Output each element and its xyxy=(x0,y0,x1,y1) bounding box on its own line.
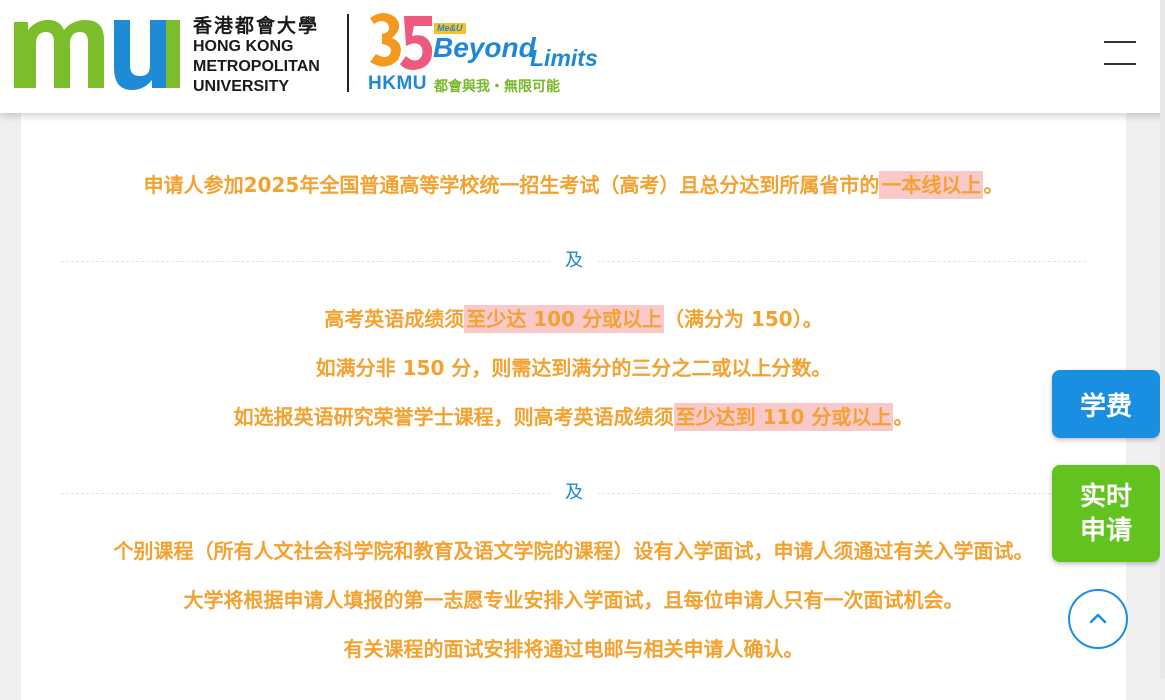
beyond-text: Beyond xyxy=(433,32,536,63)
anniversary-slogan: 都會與我・無限可能 xyxy=(434,79,560,95)
university-name[interactable]: 香港都會大學 HONG KONG METROPOLITAN UNIVERSITY xyxy=(193,15,320,97)
university-name-zh: 香港都會大學 xyxy=(193,15,320,37)
requirement-interview-1: 个别课程（所有人文社会科学院和教育及语文学院的课程）设有入学面试，申请人须通过有… xyxy=(113,539,1034,563)
hamburger-menu-icon[interactable] xyxy=(1102,39,1138,67)
apply-label-line1: 实时 xyxy=(1079,481,1132,512)
page-scrollbar[interactable] xyxy=(1160,0,1165,679)
tuition-fee-button[interactable]: 学费 xyxy=(1052,370,1160,438)
separator-2-label: 及 xyxy=(550,481,598,505)
back-to-top-button[interactable] xyxy=(1068,589,1128,649)
requirement-english-2: 如满分非 150 分，则需达到满分的三分之二或以上分数。 xyxy=(315,356,832,380)
apply-label-line2: 申请 xyxy=(1079,515,1132,546)
site-header: 香港都會大學 HONG KONG METROPOLITAN UNIVERSITY… xyxy=(0,0,1165,113)
limits-text: Limits xyxy=(530,45,598,71)
apply-now-button[interactable]: 实时 申请 xyxy=(1052,465,1160,562)
university-name-en-1: HONG KONG xyxy=(193,38,294,55)
requirement-gaokao-score: 申请人参加2025年全国普通高等学校统一招生考试（高考）且总分达到所属省市的 一本… xyxy=(21,171,1126,199)
requirement-english-1: 高考英语成绩须 至少达 100 分或以上 （满分为 150）。 xyxy=(21,305,1126,333)
requirement-interview-3: 有关课程的面试安排将通过电邮与相关申请人确认。 xyxy=(343,637,804,661)
logo-divider xyxy=(347,14,349,92)
university-name-en-3: UNIVERSITY xyxy=(193,78,290,95)
req1-text: 申请人参加2025年全国普通高等学校统一招生考试（高考）且总分达到所属省市的 xyxy=(143,173,880,197)
anniversary-logo[interactable]: Me&U Beyond Limits HKMU 都會與我・無限可能 xyxy=(366,10,606,100)
req1-highlight: 一本线以上 xyxy=(879,171,984,199)
req1-end: 。 xyxy=(983,173,1004,197)
eng3-end: 。 xyxy=(893,405,914,429)
eng1-text: 高考英语成绩须 xyxy=(324,307,465,331)
eng3-text: 如选报英语研究荣誉学士课程，则高考英语成绩须 xyxy=(233,405,674,429)
requirement-english-3: 如选报英语研究荣誉学士课程，则高考英语成绩须 至少达到 110 分或以上。 xyxy=(21,403,1126,431)
eng1-highlight: 至少达 100 分或以上 xyxy=(464,305,664,333)
hkmu-mu-logo[interactable] xyxy=(14,16,180,90)
chevron-up-icon xyxy=(1089,613,1107,624)
separator-1-label: 及 xyxy=(550,249,598,273)
tuition-fee-label: 学费 xyxy=(1079,391,1132,422)
eng3-highlight: 至少达到 110 分或以上 xyxy=(673,403,894,431)
number-35-graphic xyxy=(370,13,433,70)
university-name-en-2: METROPOLITAN xyxy=(193,58,320,75)
requirement-interview-2: 大学将根据申请人填报的第一志愿专业安排入学面试，且每位申请人只有一次面试机会。 xyxy=(183,588,964,612)
eng1-end: （满分为 150）。 xyxy=(663,307,823,331)
hkmu-text: HKMU xyxy=(368,73,427,94)
